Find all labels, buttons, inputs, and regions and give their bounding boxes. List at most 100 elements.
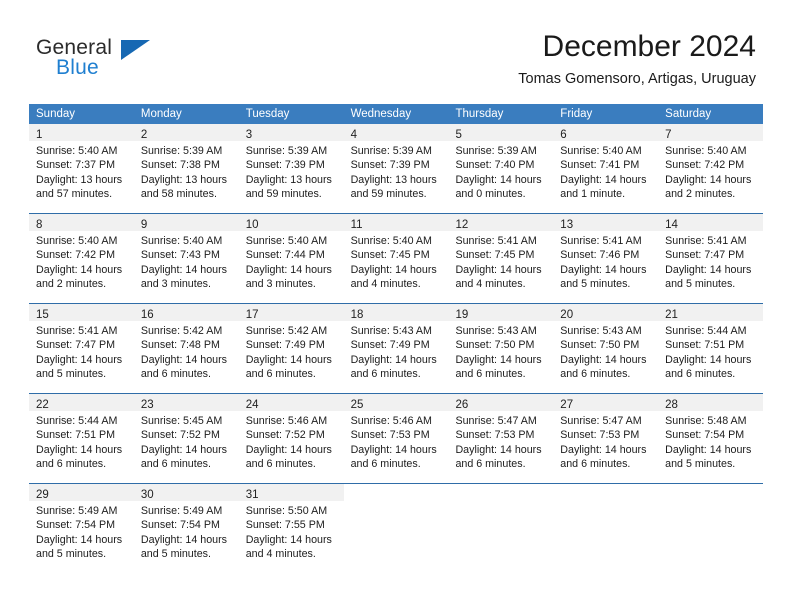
title-block: December 2024 Tomas Gomensoro, Artigas, … (518, 28, 756, 90)
day-cell[interactable]: 18 Sunrise: 5:43 AM Sunset: 7:49 PM Dayl… (343, 304, 449, 393)
sunrise-line: Sunrise: 5:39 AM (140, 145, 223, 157)
weekday-header-friday: Friday (560, 108, 593, 120)
day-number: 12 (455, 219, 469, 231)
day-number: 24 (245, 399, 259, 411)
day-cell[interactable]: 23 Sunrise: 5:45 AM Sunset: 7:52 PM Dayl… (133, 394, 239, 483)
day-cell[interactable]: 14 Sunrise: 5:41 AM Sunset: 7:47 PM Dayl… (658, 214, 764, 303)
day-cell[interactable]: 13 Sunrise: 5:41 AM Sunset: 7:46 PM Dayl… (553, 214, 659, 303)
daylight-line-1: Daylight: 14 hours (36, 443, 123, 456)
day-body: Sunrise: 5:39 AM Sunset: 7:40 PM Dayligh… (448, 141, 553, 202)
sunrise-line: Sunrise: 5:44 AM (36, 415, 118, 427)
day-cell[interactable]: 21 Sunrise: 5:44 AM Sunset: 7:51 PM Dayl… (658, 304, 764, 393)
calendar-page: General Blue December 2024 Tomas Gomenso… (0, 0, 792, 612)
day-cell[interactable]: 1 Sunrise: 5:40 AM Sunset: 7:37 PM Dayli… (29, 124, 134, 213)
daylight-line-1: Daylight: 14 hours (36, 353, 123, 366)
daynum-band: 25 (343, 394, 449, 411)
day-cell[interactable]: 17 Sunrise: 5:42 AM Sunset: 7:49 PM Dayl… (238, 304, 344, 393)
day-cell[interactable]: 28 Sunrise: 5:48 AM Sunset: 7:54 PM Dayl… (658, 394, 764, 483)
day-cell[interactable]: 19 Sunrise: 5:43 AM Sunset: 7:50 PM Dayl… (448, 304, 554, 393)
daynum-band (553, 484, 659, 501)
daylight-line-1: Daylight: 14 hours (455, 263, 542, 276)
day-cell[interactable]: 29 Sunrise: 5:49 AM Sunset: 7:54 PM Dayl… (29, 484, 134, 573)
week-row: 29 Sunrise: 5:49 AM Sunset: 7:54 PM Dayl… (29, 483, 764, 573)
day-body: Sunrise: 5:47 AM Sunset: 7:53 PM Dayligh… (553, 411, 658, 472)
day-cell[interactable]: 25 Sunrise: 5:46 AM Sunset: 7:53 PM Dayl… (343, 394, 449, 483)
day-number: 7 (665, 129, 672, 141)
day-cell[interactable]: 6 Sunrise: 5:40 AM Sunset: 7:41 PM Dayli… (553, 124, 659, 213)
day-body: Sunrise: 5:41 AM Sunset: 7:46 PM Dayligh… (553, 231, 658, 292)
daylight-line-2: and 6 minutes. (140, 458, 211, 471)
sunrise-line: Sunrise: 5:46 AM (245, 415, 328, 427)
day-cell[interactable]: 7 Sunrise: 5:40 AM Sunset: 7:42 PM Dayli… (658, 124, 764, 213)
day-number: 31 (245, 489, 259, 501)
weekday-header-row: Sunday Monday Tuesday Wednesday Thursday… (29, 104, 763, 124)
daynum-band: 1 (29, 124, 134, 141)
sunset-line: Sunset: 7:49 PM (350, 339, 430, 352)
day-number: 25 (350, 399, 364, 411)
daylight-line-2: and 4 minutes. (350, 278, 421, 291)
daylight-line-2: and 58 minutes. (140, 188, 217, 201)
sunrise-line: Sunrise: 5:41 AM (665, 235, 747, 247)
daylight-line-2: and 59 minutes. (245, 188, 322, 201)
daylight-line-1: Daylight: 14 hours (560, 353, 647, 366)
day-cell[interactable]: 24 Sunrise: 5:46 AM Sunset: 7:52 PM Dayl… (238, 394, 344, 483)
day-body: Sunrise: 5:40 AM Sunset: 7:42 PM Dayligh… (29, 231, 134, 292)
day-cell[interactable]: 2 Sunrise: 5:39 AM Sunset: 7:38 PM Dayli… (133, 124, 239, 213)
daylight-line-1: Daylight: 14 hours (350, 263, 437, 276)
day-cell[interactable]: 27 Sunrise: 5:47 AM Sunset: 7:53 PM Dayl… (553, 394, 659, 483)
day-cell[interactable]: 31 Sunrise: 5:50 AM Sunset: 7:55 PM Dayl… (238, 484, 344, 573)
daylight-line-2: and 2 minutes. (665, 188, 736, 201)
sunset-line: Sunset: 7:41 PM (560, 159, 640, 172)
sunrise-line: Sunrise: 5:42 AM (140, 325, 223, 337)
daylight-line-2: and 4 minutes. (455, 278, 526, 291)
daynum-band: 23 (133, 394, 239, 411)
brand-logo[interactable]: General Blue (36, 36, 236, 86)
daynum-band: 9 (133, 214, 239, 231)
day-cell[interactable]: 20 Sunrise: 5:43 AM Sunset: 7:50 PM Dayl… (553, 304, 659, 393)
day-number: 17 (245, 309, 259, 321)
day-body: Sunrise: 5:40 AM Sunset: 7:45 PM Dayligh… (344, 231, 449, 292)
day-number: 1 (36, 129, 43, 141)
daylight-line-1: Daylight: 14 hours (140, 263, 228, 276)
daylight-line-2: and 5 minutes. (140, 548, 211, 561)
day-cell[interactable]: 8 Sunrise: 5:40 AM Sunset: 7:42 PM Dayli… (29, 214, 134, 303)
day-cell[interactable]: 3 Sunrise: 5:39 AM Sunset: 7:39 PM Dayli… (238, 124, 344, 213)
day-cell[interactable]: 22 Sunrise: 5:44 AM Sunset: 7:51 PM Dayl… (29, 394, 134, 483)
day-number: 16 (140, 309, 154, 321)
day-cell[interactable]: 26 Sunrise: 5:47 AM Sunset: 7:53 PM Dayl… (448, 394, 554, 483)
daylight-line-1: Daylight: 14 hours (665, 443, 752, 456)
daylight-line-1: Daylight: 13 hours (245, 173, 332, 186)
day-cell-empty (658, 484, 764, 573)
day-cell[interactable]: 9 Sunrise: 5:40 AM Sunset: 7:43 PM Dayli… (133, 214, 239, 303)
week-row: 1 Sunrise: 5:40 AM Sunset: 7:37 PM Dayli… (29, 124, 764, 213)
daynum-band (343, 484, 449, 501)
day-cell[interactable]: 15 Sunrise: 5:41 AM Sunset: 7:47 PM Dayl… (29, 304, 134, 393)
day-number: 21 (665, 309, 678, 321)
sunset-line: Sunset: 7:47 PM (665, 249, 745, 262)
daylight-line-2: and 6 minutes. (560, 368, 631, 381)
day-cell[interactable]: 5 Sunrise: 5:39 AM Sunset: 7:40 PM Dayli… (448, 124, 554, 213)
day-body: Sunrise: 5:43 AM Sunset: 7:50 PM Dayligh… (553, 321, 658, 382)
triangle-logo-icon (121, 40, 150, 60)
day-cell[interactable]: 10 Sunrise: 5:40 AM Sunset: 7:44 PM Dayl… (238, 214, 344, 303)
sunset-line: Sunset: 7:53 PM (455, 429, 535, 442)
day-cell[interactable]: 11 Sunrise: 5:40 AM Sunset: 7:45 PM Dayl… (343, 214, 449, 303)
weekday-header-monday: Monday (140, 108, 182, 120)
daylight-line-2: and 6 minutes. (245, 368, 316, 381)
sunrise-line: Sunrise: 5:40 AM (36, 235, 118, 247)
sunset-line: Sunset: 7:53 PM (350, 429, 430, 442)
sunrise-line: Sunrise: 5:44 AM (665, 325, 747, 337)
day-body: Sunrise: 5:47 AM Sunset: 7:53 PM Dayligh… (448, 411, 553, 472)
daylight-line-2: and 1 minute. (560, 188, 626, 201)
day-cell[interactable]: 12 Sunrise: 5:41 AM Sunset: 7:45 PM Dayl… (448, 214, 554, 303)
day-cell[interactable]: 16 Sunrise: 5:42 AM Sunset: 7:48 PM Dayl… (133, 304, 239, 393)
week-row: 8 Sunrise: 5:40 AM Sunset: 7:42 PM Dayli… (29, 213, 764, 303)
daynum-band: 15 (29, 304, 134, 321)
daylight-line-1: Daylight: 14 hours (245, 443, 332, 456)
daynum-band: 22 (29, 394, 134, 411)
day-cell[interactable]: 30 Sunrise: 5:49 AM Sunset: 7:54 PM Dayl… (133, 484, 239, 573)
sunset-line: Sunset: 7:37 PM (36, 159, 116, 172)
day-number: 19 (455, 309, 469, 321)
sunrise-line: Sunrise: 5:48 AM (665, 415, 747, 427)
day-cell[interactable]: 4 Sunrise: 5:39 AM Sunset: 7:39 PM Dayli… (343, 124, 449, 213)
